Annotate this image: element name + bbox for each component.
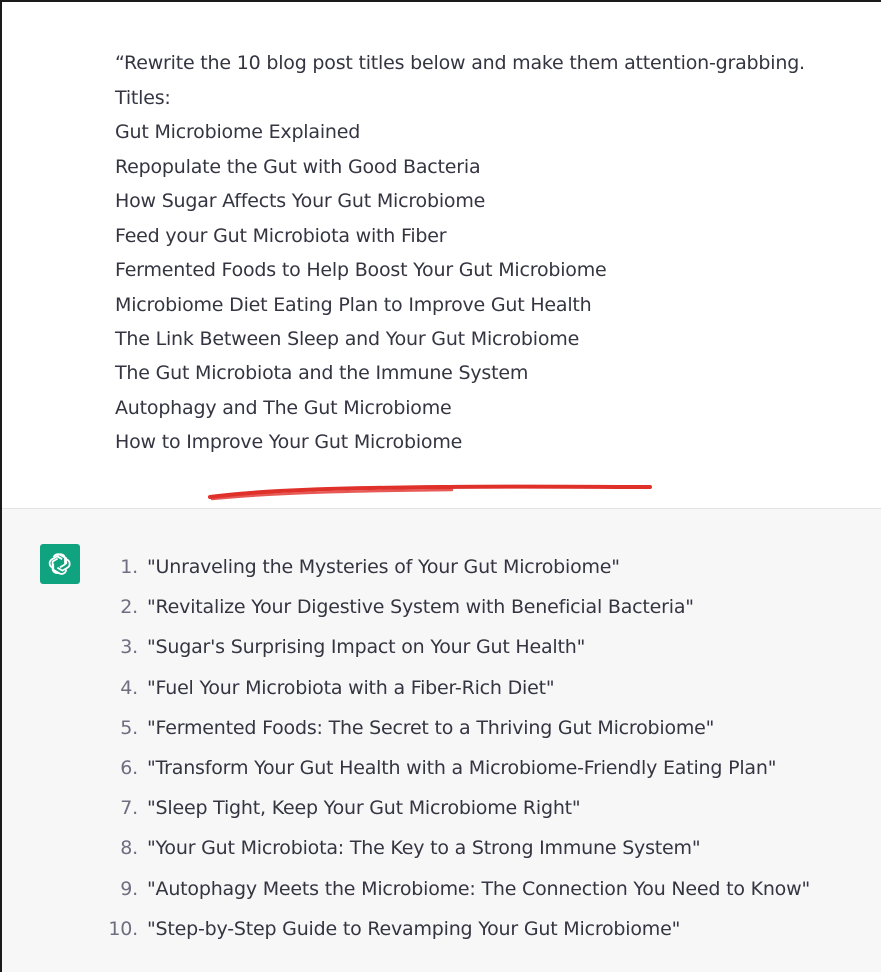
prompt-title-line: Fermented Foods to Help Boost Your Gut M… (115, 259, 607, 281)
prompt-titles-label: Titles: (115, 87, 171, 109)
list-item-number: 10. (108, 918, 138, 940)
prompt-title-line: Repopulate the Gut with Good Bacteria (115, 156, 481, 178)
prompt-title-line: Microbiome Diet Eating Plan to Improve G… (115, 294, 592, 316)
list-item-text: "Transform Your Gut Health with a Microb… (147, 757, 777, 779)
list-item-number: 6. (120, 757, 138, 779)
prompt-title-line: Gut Microbiome Explained (115, 121, 361, 143)
list-item-text: "Fuel Your Microbiota with a Fiber-Rich … (147, 677, 555, 699)
chat-screenshot-frame: “Rewrite the 10 blog post titles below a… (0, 0, 881, 972)
prompt-title-line: How to Improve Your Gut Microbiome (115, 431, 463, 453)
list-item-number: 9. (120, 878, 138, 900)
user-message: “Rewrite the 10 blog post titles below a… (2, 2, 881, 508)
list-item-number: 8. (120, 837, 138, 859)
list-item-number: 7. (120, 797, 138, 819)
list-item-text: "Sugar's Surprising Impact on Your Gut H… (147, 636, 586, 658)
list-item-text: "Revitalize Your Digestive System with B… (147, 596, 694, 618)
list-item-text: "Your Gut Microbiota: The Key to a Stron… (147, 837, 701, 859)
list-item-number: 5. (120, 717, 138, 739)
list-item-text: "Unraveling the Mysteries of Your Gut Mi… (147, 556, 620, 578)
prompt-title-line: Autophagy and The Gut Microbiome (115, 397, 452, 419)
prompt-title-line: How Sugar Affects Your Gut Microbiome (115, 190, 486, 212)
list-item-number: 3. (120, 636, 138, 658)
prompt-title-line: Feed your Gut Microbiota with Fiber (115, 225, 447, 247)
list-item-number: 4. (120, 677, 138, 699)
list-item-text: "Sleep Tight, Keep Your Gut Microbiome R… (147, 797, 581, 819)
list-item-text: "Autophagy Meets the Microbiome: The Con… (147, 878, 810, 900)
assistant-message (2, 509, 881, 972)
list-item-number: 2. (120, 596, 138, 618)
red-underline-annotation (208, 484, 652, 501)
list-item-number: 1. (120, 556, 138, 578)
prompt-title-line: The Link Between Sleep and Your Gut Micr… (115, 328, 580, 350)
prompt-title-line: The Gut Microbiota and the Immune System (115, 362, 529, 384)
prompt-intro: “Rewrite the 10 blog post titles below a… (115, 52, 805, 74)
chatgpt-logo-icon (48, 553, 71, 575)
list-item-text: "Step-by-Step Guide to Revamping Your Gu… (147, 918, 681, 940)
list-item-text: "Fermented Foods: The Secret to a Thrivi… (147, 717, 715, 739)
assistant-avatar (40, 544, 80, 584)
